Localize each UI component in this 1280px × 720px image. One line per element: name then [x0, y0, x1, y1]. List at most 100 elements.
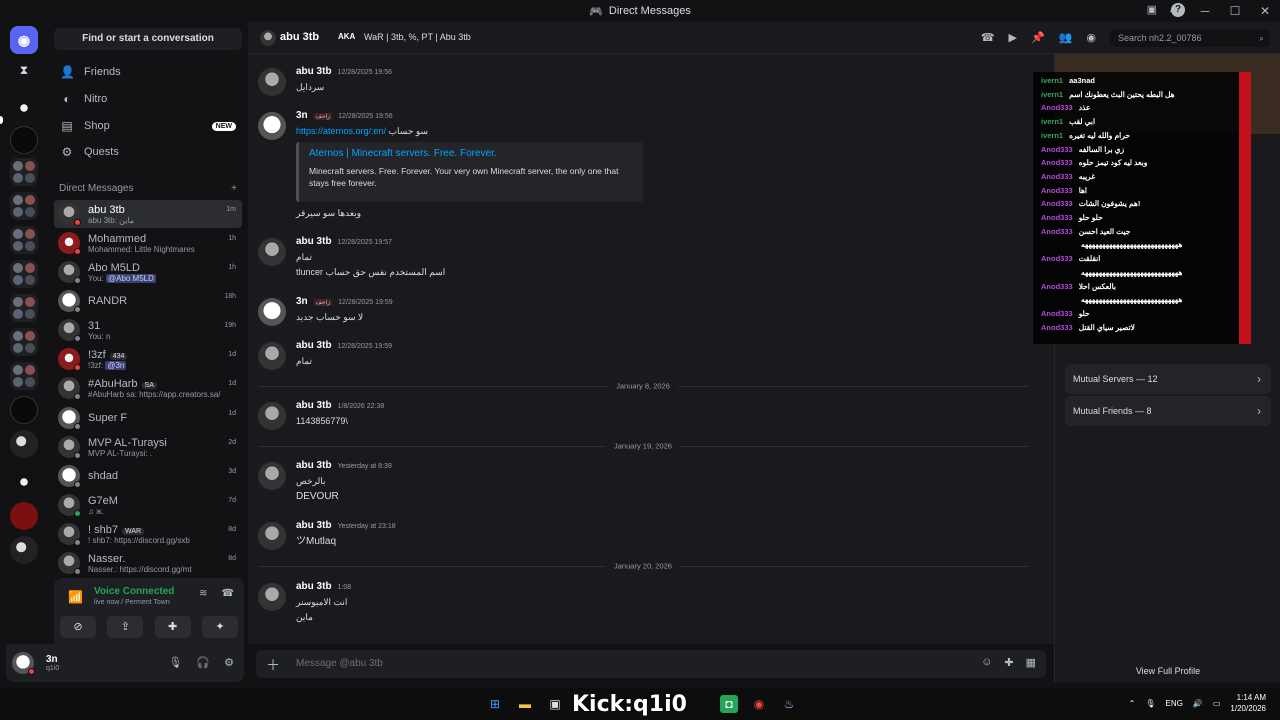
dm-item[interactable]: abu 3tb abu 3tb: ماين 1m: [54, 200, 242, 228]
dm-item[interactable]: G7eM ♫ ж. 7d: [54, 491, 242, 519]
emoji-icon[interactable]: ☺: [981, 656, 992, 669]
chat-recipient-name[interactable]: abu 3tb: [280, 31, 319, 43]
message-author[interactable]: abu 3tb: [296, 66, 332, 77]
disconnect-icon[interactable]: ☎: [222, 588, 234, 599]
dm-item[interactable]: Super F 1d: [54, 404, 242, 432]
nav-shop[interactable]: ▤ Shop NEW: [54, 114, 242, 138]
battery-icon[interactable]: ▭: [1213, 699, 1221, 708]
avatar[interactable]: [258, 342, 286, 370]
headphones-icon[interactable]: 🎧: [196, 656, 210, 669]
dm-item[interactable]: RANDR 18h: [54, 287, 242, 315]
chevron-up-icon[interactable]: ⌃: [1129, 699, 1136, 708]
language-indicator[interactable]: ENG: [1166, 699, 1183, 708]
dm-item[interactable]: Abo M5LD You: @Abo M5LD 1h: [54, 258, 242, 286]
server-icon[interactable]: [10, 536, 38, 564]
hourglass-icon[interactable]: ⧗: [10, 56, 38, 84]
avatar[interactable]: [258, 238, 286, 266]
server-icon[interactable]: [10, 396, 38, 424]
settings-icon[interactable]: ⚙: [224, 656, 234, 669]
activities-button[interactable]: ✚: [154, 616, 191, 638]
server-folder[interactable]: [10, 260, 38, 288]
server-icon[interactable]: [10, 94, 38, 122]
add-friend-icon[interactable]: 👥: [1059, 31, 1073, 44]
maximize-button[interactable]: ☐: [1220, 0, 1250, 22]
user-profile-icon[interactable]: ◉: [1086, 31, 1096, 44]
file-explorer-icon[interactable]: ▬: [516, 695, 534, 713]
server-icon[interactable]: [10, 126, 38, 154]
message-author[interactable]: 3n: [296, 296, 308, 307]
server-icon[interactable]: [10, 430, 38, 458]
avatar[interactable]: [258, 522, 286, 550]
server-icon[interactable]: [10, 502, 38, 530]
voice-call-icon[interactable]: ☎: [981, 31, 995, 44]
signal-icon[interactable]: 📶: [68, 590, 83, 604]
view-full-profile-button[interactable]: View Full Profile: [1055, 666, 1280, 676]
dm-item[interactable]: #AbuHarb SA #AbuHarb sa: https://app.creat…: [54, 374, 242, 402]
avatar[interactable]: [258, 402, 286, 430]
server-folder[interactable]: [10, 192, 38, 220]
apps-icon[interactable]: ✚: [1004, 656, 1013, 669]
soundboard-button[interactable]: ✦: [201, 616, 238, 638]
server-icon[interactable]: [10, 468, 38, 496]
close-button[interactable]: ✕: [1250, 0, 1280, 22]
screen-share-button[interactable]: ⇪: [107, 616, 144, 638]
app-icon[interactable]: ◘: [720, 695, 738, 713]
start-icon[interactable]: ⊞: [486, 695, 504, 713]
add-attachment-icon[interactable]: ＋: [266, 655, 280, 675]
find-conversation-button[interactable]: Find or start a conversation: [54, 28, 242, 50]
chrome-icon[interactable]: ◉: [750, 695, 768, 713]
avatar[interactable]: [258, 583, 286, 611]
message-author[interactable]: abu 3tb: [296, 340, 332, 351]
server-folder[interactable]: [10, 158, 38, 186]
clock[interactable]: 1:14 AM 1/20/2026: [1230, 692, 1266, 714]
home-button[interactable]: ◉: [10, 26, 38, 54]
message-author[interactable]: abu 3tb: [296, 520, 332, 531]
dm-item[interactable]: 31 You: n 19h: [54, 316, 242, 344]
more-icon[interactable]: ⋯: [1160, 0, 1190, 22]
create-dm-button[interactable]: +: [231, 183, 237, 194]
store-icon[interactable]: ▣: [546, 695, 564, 713]
volume-icon[interactable]: 🔊: [1193, 699, 1203, 708]
message-input[interactable]: Message @abu 3tb: [296, 658, 383, 669]
message-author[interactable]: abu 3tb: [296, 581, 332, 592]
gift-icon[interactable]: ▦: [1026, 656, 1036, 669]
message-link[interactable]: https://aternos.org/:en/: [296, 126, 386, 136]
pin-icon[interactable]: 📌: [1031, 31, 1045, 44]
message-author[interactable]: abu 3tb: [296, 460, 332, 471]
dm-item[interactable]: Mohammed Mohammed: Little Nightmares 1h: [54, 229, 242, 257]
microphone-icon[interactable]: 🎙: [1145, 699, 1155, 708]
dm-item[interactable]: shdad 3d: [54, 462, 242, 490]
avatar[interactable]: [258, 462, 286, 490]
avatar[interactable]: [12, 652, 35, 675]
dm-item[interactable]: MVP AL-Turaysi MVP AL-Turaysi: . 2d: [54, 433, 242, 461]
voice-status[interactable]: Voice Connected: [94, 586, 174, 597]
nav-friends[interactable]: 👤 Friends: [54, 60, 242, 84]
microphone-icon[interactable]: 🎙: [168, 656, 182, 669]
message-author[interactable]: 3n: [296, 110, 308, 121]
avatar[interactable]: [258, 112, 286, 140]
message-author[interactable]: abu 3tb: [296, 400, 332, 411]
dm-item[interactable]: Nasser. Nasser.: https://discord.gg/mt 8d: [54, 549, 242, 577]
inbox-icon[interactable]: ▣: [1147, 3, 1157, 17]
server-folder[interactable]: [10, 362, 38, 390]
embed-title[interactable]: Aternos | Minecraft servers. Free. Forev…: [309, 148, 633, 159]
camera-off-button[interactable]: ⊘: [60, 616, 96, 638]
nav-quests[interactable]: ⚙ Quests: [54, 140, 242, 164]
message-author[interactable]: abu 3tb: [296, 236, 332, 247]
server-folder[interactable]: [10, 328, 38, 356]
video-call-icon[interactable]: ▶: [1009, 31, 1017, 44]
voice-channel[interactable]: live now / Perment Town: [94, 599, 170, 606]
mutual-servers-button[interactable]: Mutual Servers — 12 ›: [1065, 364, 1271, 394]
mutual-friends-button[interactable]: Mutual Friends — 8 ›: [1065, 396, 1271, 426]
steam-icon[interactable]: ♨: [780, 695, 798, 713]
dm-item[interactable]: !3zf 434 !3zf: @3n 1d: [54, 345, 242, 373]
dm-item[interactable]: ! shb7 WAR! shb7: https://discord.gg/sxb …: [54, 520, 242, 548]
search-input[interactable]: Search nh2.2_00786 ⌕: [1110, 29, 1270, 47]
avatar[interactable]: [258, 298, 286, 326]
avatar[interactable]: [258, 68, 286, 96]
server-folder[interactable]: [10, 294, 38, 322]
noise-suppression-icon[interactable]: ≋: [199, 588, 207, 599]
minimize-button[interactable]: ─: [1190, 0, 1220, 22]
nav-nitro[interactable]: ◐ Nitro: [54, 87, 242, 111]
message-composer[interactable]: ＋ Message @abu 3tb ☺ ✚ ▦: [256, 650, 1046, 678]
